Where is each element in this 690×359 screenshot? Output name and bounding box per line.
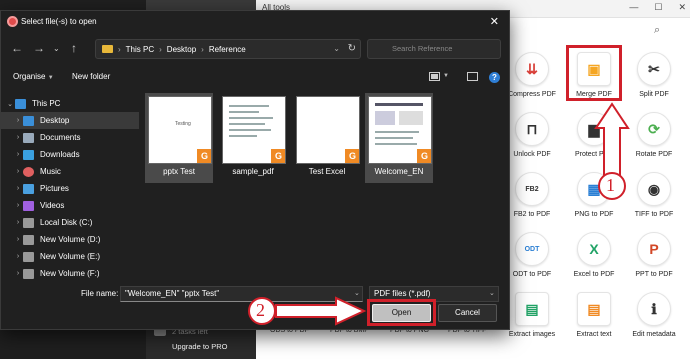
tutorial-annotations xyxy=(248,102,630,326)
step-2-annotation xyxy=(248,296,367,326)
step-2-number: 2 xyxy=(256,300,265,320)
step-1-number: 1 xyxy=(606,175,615,195)
